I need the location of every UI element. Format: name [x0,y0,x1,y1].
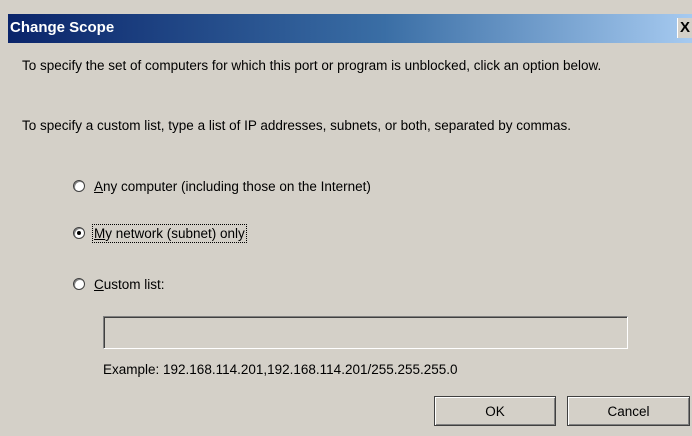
radio-any-computer[interactable]: Any computer (including those on the Int… [73,177,371,195]
radio-button-selected[interactable] [73,227,85,239]
custom-list-input[interactable] [103,316,628,349]
radio-label-custom-list[interactable]: Custom list: [94,277,165,292]
radio-custom-list[interactable]: Custom list: [73,275,165,293]
radio-button[interactable] [73,278,85,290]
custom-list-instructions: To specify a custom list, type a list of… [22,118,572,133]
close-icon: X [679,19,690,36]
radio-button[interactable] [73,180,85,192]
ok-button[interactable]: OK [434,396,556,426]
intro-text: To specify the set of computers for whic… [22,58,602,73]
example-text: Example: 192.168.114.201,192.168.114.201… [103,362,458,377]
radio-label-my-network[interactable]: My network (subnet) only [92,223,247,243]
cancel-button[interactable]: Cancel [567,396,690,426]
radio-label-any-computer[interactable]: Any computer (including those on the Int… [94,179,371,194]
title-bar[interactable]: Change Scope X [8,14,692,43]
close-button[interactable]: X [677,18,692,38]
radio-my-network[interactable]: My network (subnet) only [73,223,247,243]
dialog-title: Change Scope [10,19,115,36]
